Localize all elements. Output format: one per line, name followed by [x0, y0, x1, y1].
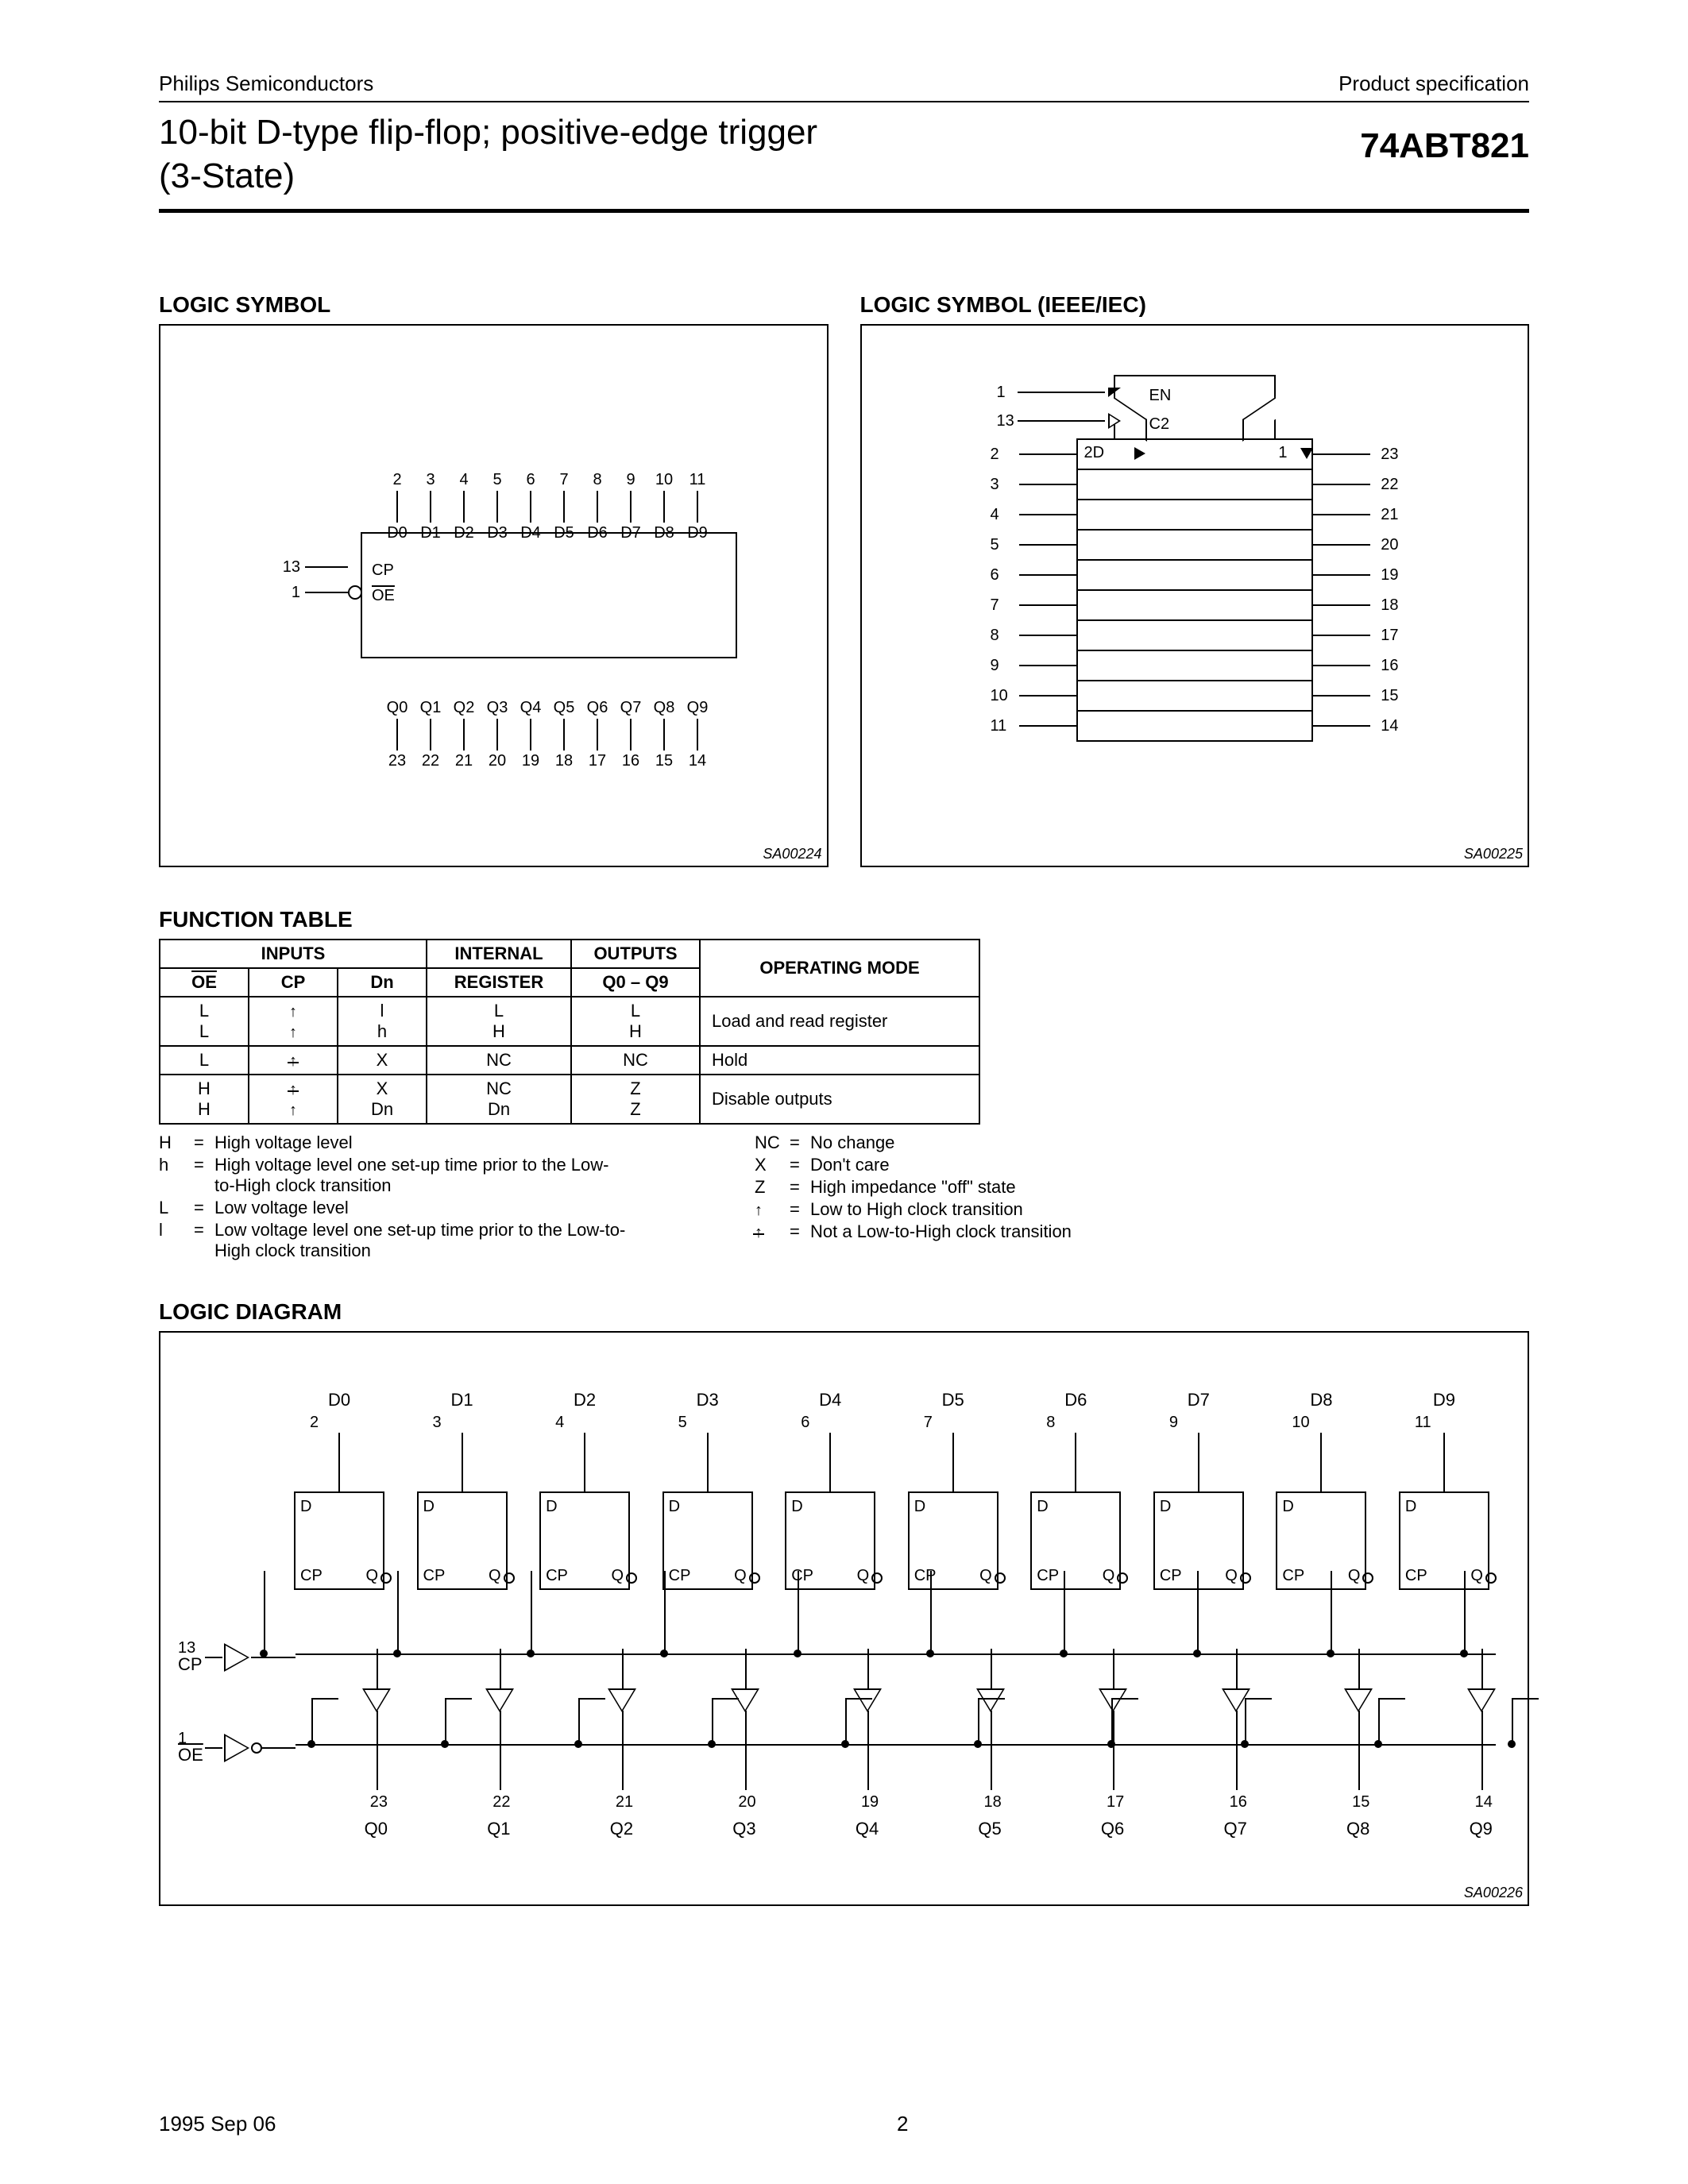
- function-table: INPUTSINTERNALOUTPUTSOPERATING MODEOECPD…: [159, 939, 980, 1125]
- flip-flop: D1 3 D CP Q 22 Q1: [411, 1390, 514, 1590]
- legend-row: l=Low voltage level one set-up time prio…: [159, 1220, 628, 1261]
- pin: Q518: [547, 699, 581, 770]
- flip-flop: D2 4 D CP Q 21 Q2: [533, 1390, 636, 1590]
- pin: Q716: [614, 699, 647, 770]
- diagram-id: SA00225: [1464, 846, 1523, 862]
- legend-row: ↑=Not a Low-to-High clock transition: [755, 1221, 1072, 1242]
- register-row: 8 17: [1078, 621, 1311, 651]
- flip-flop: D7 9 D CP Q 16 Q7: [1147, 1390, 1250, 1590]
- pin: Q320: [481, 699, 514, 770]
- register-row: 2 232D 1: [1078, 440, 1311, 470]
- diagram-id: SA00226: [1464, 1885, 1523, 1901]
- register-row: 7 18: [1078, 591, 1311, 621]
- section-logic-symbol-ieee: LOGIC SYMBOL (IEEE/IEC): [860, 292, 1530, 318]
- pin: 8D6: [581, 471, 614, 542]
- pin: Q122: [414, 699, 447, 770]
- pin: Q221: [447, 699, 481, 770]
- rule-thick: [159, 209, 1529, 213]
- register-row: 6 19: [1078, 561, 1311, 591]
- part-number: 74ABT821: [1360, 110, 1529, 166]
- flip-flop: D8 10 D CP Q 15 Q8: [1269, 1390, 1373, 1590]
- flip-flop: D9 11 D CP Q 14 Q9: [1393, 1390, 1496, 1590]
- title-text: 10-bit D-type flip-flop; positive-edge t…: [159, 110, 817, 198]
- pin: Q617: [581, 699, 614, 770]
- pin: 7D5: [547, 471, 581, 542]
- pin: 2D0: [380, 471, 414, 542]
- legend-row: Z=High impedance "off" state: [755, 1177, 1072, 1198]
- oe-input: 1 OE: [178, 1730, 295, 1765]
- legend-row: NC=No change: [755, 1133, 1072, 1153]
- footer-date: 1995 Sep 06: [159, 2112, 276, 2136]
- register-row: 10 15: [1078, 681, 1311, 712]
- logic-diagram: D0 2 D CP Q 23 Q0 D1 3 D CP Q 22 Q1 D2 4: [159, 1331, 1529, 1906]
- company-name: Philips Semiconductors: [159, 71, 373, 96]
- legend-row: ↑=Low to High clock transition: [755, 1199, 1072, 1220]
- register-row: 5 20: [1078, 531, 1311, 561]
- legend-row: H=High voltage level: [159, 1133, 628, 1153]
- cp-input: 13 CP: [178, 1639, 295, 1675]
- datasheet-page: Philips Semiconductors Product specifica…: [0, 0, 1688, 2184]
- section-logic-symbol: LOGIC SYMBOL: [159, 292, 829, 318]
- legend-row: h=High voltage level one set-up time pri…: [159, 1155, 628, 1196]
- legend-row: L=Low voltage level: [159, 1198, 628, 1218]
- rule: [159, 101, 1529, 102]
- footer-page: 2: [897, 2112, 908, 2136]
- flip-flop: D4 6 D CP Q 19 Q4: [778, 1390, 882, 1590]
- flip-flop: D5 7 D CP Q 18 Q5: [902, 1390, 1005, 1590]
- section-logic-diagram: LOGIC DIAGRAM: [159, 1299, 1529, 1325]
- register-row: 9 16: [1078, 651, 1311, 681]
- pin: 3D1: [414, 471, 447, 542]
- legend-row: X=Don't care: [755, 1155, 1072, 1175]
- legend: H=High voltage levelh=High voltage level…: [159, 1133, 1529, 1261]
- pin: 6D4: [514, 471, 547, 542]
- flip-flop: D6 8 D CP Q 17 Q6: [1024, 1390, 1127, 1590]
- doc-type: Product specification: [1338, 71, 1529, 96]
- logic-symbol-ieee-diagram: 113 ENC2 2 232D 1 3 224 215 206 197 188 …: [860, 324, 1530, 867]
- pin: Q815: [647, 699, 681, 770]
- pin: 10D8: [647, 471, 681, 542]
- pin: 9D7: [614, 471, 647, 542]
- register-row: 11 14: [1078, 712, 1311, 740]
- header-bar: Philips Semiconductors Product specifica…: [159, 71, 1529, 96]
- section-function-table: FUNCTION TABLE: [159, 907, 1529, 932]
- flip-flop: D3 5 D CP Q 20 Q3: [656, 1390, 759, 1590]
- pin: 5D3: [481, 471, 514, 542]
- pin: Q419: [514, 699, 547, 770]
- footer: 1995 Sep 06 2: [159, 2112, 1529, 2136]
- pin: 4D2: [447, 471, 481, 542]
- flip-flop: D0 2 D CP Q 23 Q0: [288, 1390, 391, 1590]
- logic-symbol-diagram: 2D03D14D25D36D47D58D69D710D811D9 Q023Q12…: [159, 324, 829, 867]
- pin: Q914: [681, 699, 714, 770]
- register-row: 3 22: [1078, 470, 1311, 500]
- diagram-id: SA00224: [763, 846, 821, 862]
- title-row: 10-bit D-type flip-flop; positive-edge t…: [159, 110, 1529, 198]
- register-row: 4 21: [1078, 500, 1311, 531]
- pin: 11D9: [681, 471, 714, 542]
- pin: Q023: [380, 699, 414, 770]
